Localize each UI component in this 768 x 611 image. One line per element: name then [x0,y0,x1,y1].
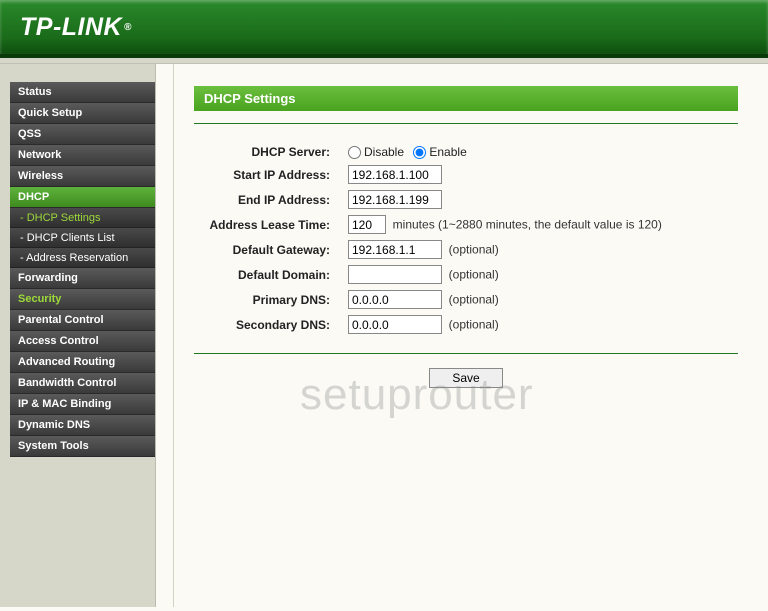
input-lease[interactable] [348,215,386,234]
sidebar-item-status[interactable]: Status [10,82,155,103]
sidebar-item-wireless[interactable]: Wireless [10,166,155,187]
sidebar-item-network[interactable]: Network [10,145,155,166]
sidebar-item-forwarding[interactable]: Forwarding [10,268,155,289]
sidebar-item-security[interactable]: Security [10,289,155,310]
input-end-ip[interactable] [348,190,442,209]
sidebar-item-quick-setup[interactable]: Quick Setup [10,103,155,124]
panel-divider-top [194,123,738,124]
label-sdns: Secondary DNS: [194,312,344,337]
sidebar-item-qss[interactable]: QSS [10,124,155,145]
main-layout: Status Quick Setup QSS Network Wireless … [0,64,768,607]
radio-enable-label: Enable [429,145,466,159]
sidebar-item-system-tools[interactable]: System Tools [10,436,155,457]
column-divider [156,64,174,607]
app-header: TP-LINK® [0,0,768,58]
sidebar-item-dhcp[interactable]: DHCP [10,187,155,208]
label-domain: Default Domain: [194,262,344,287]
note-sdns: (optional) [449,318,499,332]
sidebar-item-ip-mac[interactable]: IP & MAC Binding [10,394,155,415]
input-domain[interactable] [348,265,442,284]
radio-disable[interactable] [348,146,361,159]
input-sdns[interactable] [348,315,442,334]
sidebar-item-dynamic-dns[interactable]: Dynamic DNS [10,415,155,436]
radio-disable-label: Disable [364,145,404,159]
sidebar-item-access-control[interactable]: Access Control [10,331,155,352]
label-lease: Address Lease Time: [194,212,344,237]
panel-title: DHCP Settings [194,86,738,111]
radio-enable[interactable] [413,146,426,159]
input-gateway[interactable] [348,240,442,259]
settings-form: DHCP Server: Disable Enable Start IP Add… [194,142,738,337]
brand-text: TP-LINK [20,13,122,42]
note-domain: (optional) [449,268,499,282]
label-gateway: Default Gateway: [194,237,344,262]
input-start-ip[interactable] [348,165,442,184]
label-dhcp-server: DHCP Server: [194,142,344,162]
sidebar-item-parental[interactable]: Parental Control [10,310,155,331]
label-start-ip: Start IP Address: [194,162,344,187]
panel-divider-bottom [194,353,738,354]
sidebar-sub-dhcp-clients[interactable]: - DHCP Clients List [10,228,155,248]
sidebar: Status Quick Setup QSS Network Wireless … [0,64,156,607]
note-lease: minutes (1~2880 minutes, the default val… [393,218,662,232]
label-pdns: Primary DNS: [194,287,344,312]
note-gateway: (optional) [449,243,499,257]
radio-disable-wrap[interactable]: Disable [348,145,404,159]
label-end-ip: End IP Address: [194,187,344,212]
radio-enable-wrap[interactable]: Enable [413,145,466,159]
action-row: Save [194,368,738,388]
content-panel: DHCP Settings DHCP Server: Disable Enabl… [174,64,768,607]
note-pdns: (optional) [449,293,499,307]
registered-icon: ® [124,22,132,33]
save-button[interactable]: Save [429,368,502,388]
sidebar-sub-dhcp-settings[interactable]: - DHCP Settings [10,208,155,228]
sidebar-sub-address-reservation[interactable]: - Address Reservation [10,248,155,268]
brand-logo: TP-LINK® [20,13,132,42]
sidebar-item-advanced-routing[interactable]: Advanced Routing [10,352,155,373]
sidebar-item-bandwidth[interactable]: Bandwidth Control [10,373,155,394]
input-pdns[interactable] [348,290,442,309]
